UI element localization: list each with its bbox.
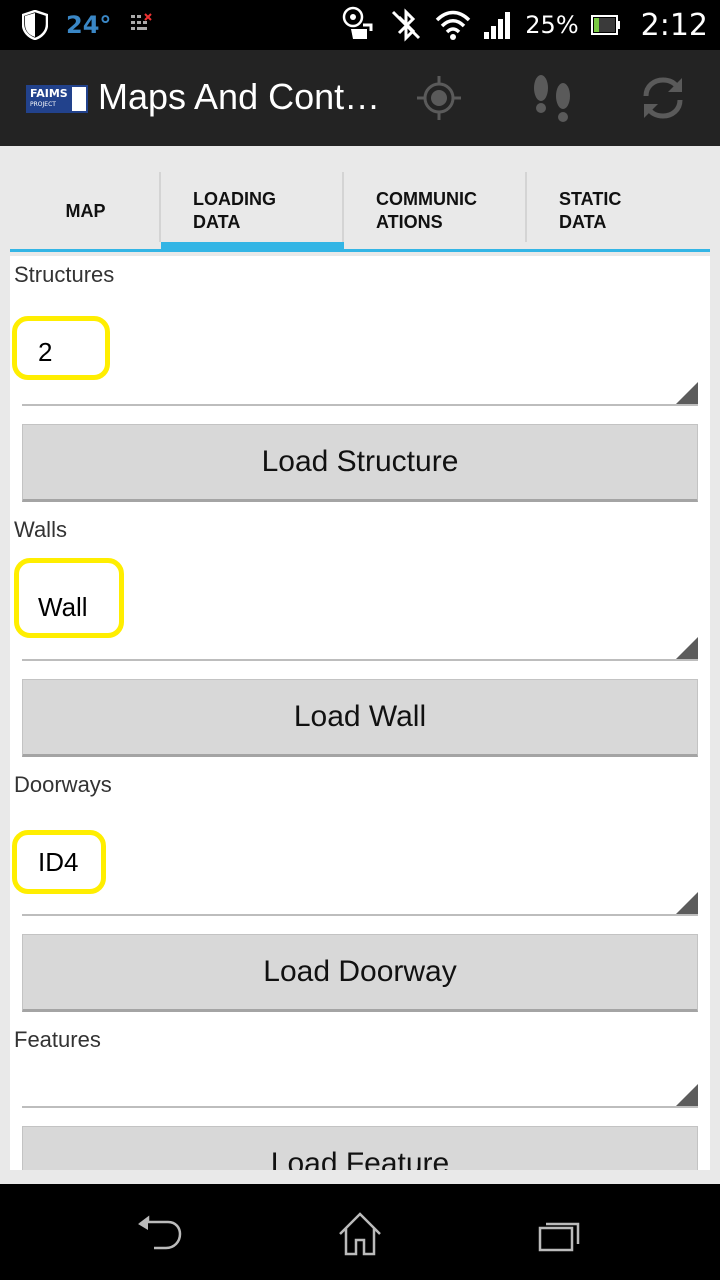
doorways-dropdown[interactable] — [22, 824, 698, 916]
wifi-icon — [436, 10, 471, 40]
page-title: Maps And Cont… — [98, 76, 381, 117]
tab-indicator-active — [161, 242, 344, 252]
tab-loading-data[interactable]: LOADING DATA — [161, 170, 344, 252]
doorways-value: ID4 — [38, 847, 79, 877]
structures-value: 2 — [38, 337, 53, 367]
shield-icon — [22, 10, 48, 40]
walls-value: Wall — [38, 592, 88, 622]
sync-icon[interactable] — [638, 70, 688, 126]
structures-highlight — [12, 316, 110, 380]
tab-static-data[interactable]: STATIC DATA — [527, 170, 710, 252]
home-icon[interactable] — [336, 1210, 384, 1258]
tab-indicator — [344, 249, 527, 252]
usb-debug-icon — [343, 6, 373, 39]
faims-logo[interactable]: FAIMS PROJECT — [26, 85, 88, 113]
doorways-label: Doorways — [14, 772, 112, 797]
load-doorway-button[interactable]: Load Doorway — [22, 934, 698, 1012]
spinner-corner-icon — [676, 1084, 698, 1106]
field-underline — [22, 914, 698, 916]
features-dropdown[interactable] — [22, 1016, 698, 1108]
recent-apps-icon[interactable] — [536, 1210, 584, 1258]
back-icon[interactable] — [134, 1210, 182, 1258]
footsteps-icon[interactable] — [527, 70, 577, 126]
gps-target-icon[interactable] — [414, 70, 464, 126]
tab-map[interactable]: MAP — [10, 170, 161, 252]
structures-label: Structures — [14, 262, 115, 287]
tab-label: LOADING DATA — [193, 189, 276, 232]
tab-label: STATIC DATA — [559, 189, 622, 232]
spinner-corner-icon — [676, 382, 698, 404]
battery-icon — [590, 15, 620, 35]
field-underline — [22, 659, 698, 661]
keyboard-icon — [131, 13, 153, 30]
load-feature-button[interactable]: Load Feature — [22, 1126, 698, 1170]
walls-label: Walls — [14, 517, 67, 542]
tab-bar: MAP LOADING DATA COMMUNIC ATIONS STATIC … — [10, 170, 710, 252]
logo-subtext: PROJECT — [30, 101, 56, 108]
spinner-corner-icon — [676, 637, 698, 659]
structures-dropdown[interactable] — [22, 314, 698, 406]
signal-icon — [484, 12, 511, 39]
clock: 2:12 — [640, 7, 708, 43]
tab-label: COMMUNIC ATIONS — [376, 189, 477, 232]
tab-label: MAP — [65, 200, 106, 221]
loading-data-panel[interactable]: Structures 2 Load Structure Walls Wall L… — [10, 256, 710, 1170]
tab-communications[interactable]: COMMUNIC ATIONS — [344, 170, 527, 252]
load-structure-button[interactable]: Load Structure — [22, 424, 698, 502]
status-left-icons: 24° — [22, 8, 153, 42]
logo-graphic — [72, 87, 86, 111]
navigation-bar — [0, 1184, 720, 1280]
field-underline — [22, 1106, 698, 1108]
load-wall-button[interactable]: Load Wall — [22, 679, 698, 757]
tab-indicator — [527, 249, 710, 252]
status-right-icons: 25% 2:12 — [341, 0, 708, 50]
tab-indicator — [10, 249, 161, 252]
bluetooth-off-icon — [392, 8, 421, 42]
battery-percent: 25% — [525, 11, 579, 39]
field-underline — [22, 404, 698, 406]
temperature-icon: 24° — [66, 11, 112, 39]
logo-text: FAIMS — [30, 87, 68, 100]
status-bar: 24° 25% 2:12 — [0, 0, 720, 50]
spinner-corner-icon — [676, 892, 698, 914]
